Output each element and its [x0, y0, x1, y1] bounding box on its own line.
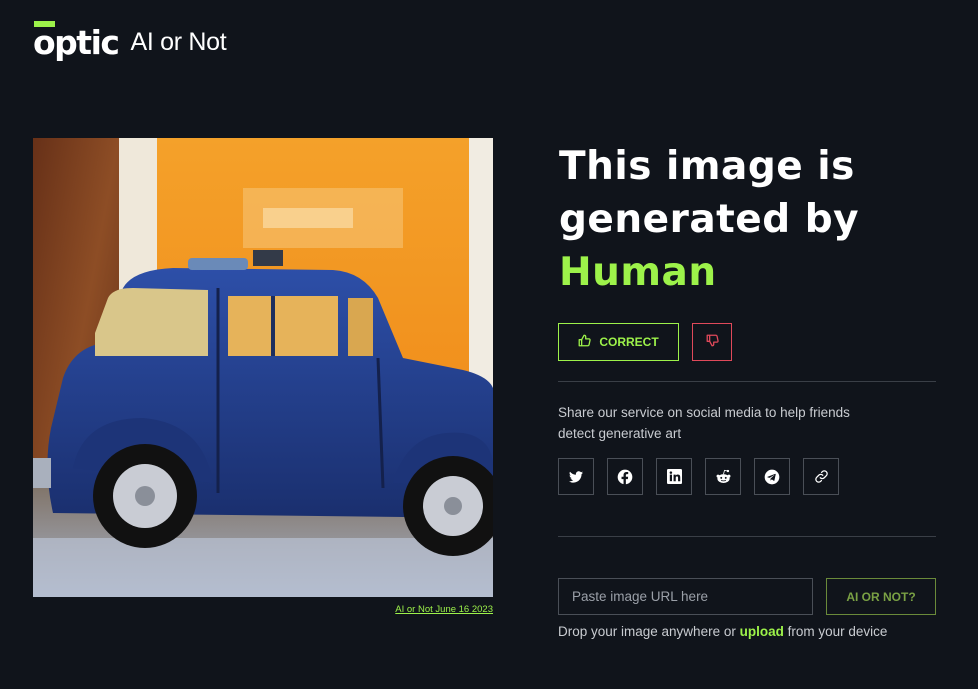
logo-text: optic	[33, 22, 120, 62]
share-linkedin-button[interactable]	[656, 458, 692, 495]
result-heading: This image is generated by Human	[559, 140, 919, 299]
image-url-input[interactable]	[558, 578, 813, 615]
copy-link-button[interactable]	[803, 458, 839, 495]
twitter-icon	[569, 470, 583, 483]
divider	[558, 381, 936, 382]
drop-instructions: Drop your image anywhere or upload from …	[558, 624, 887, 639]
image-caption-link[interactable]: AI or Not June 16 2023	[33, 604, 493, 615]
telegram-icon	[764, 469, 780, 484]
divider	[558, 536, 936, 537]
correct-label: CORRECT	[599, 335, 659, 349]
analyzed-image	[33, 138, 493, 597]
correct-button[interactable]: CORRECT	[558, 323, 679, 361]
share-description: Share our service on social media to hel…	[558, 405, 850, 441]
reddit-icon	[716, 469, 730, 483]
share-facebook-button[interactable]	[607, 458, 643, 495]
drop-prefix: Drop your image anywhere or	[558, 624, 740, 639]
optic-logo[interactable]: optic	[33, 20, 120, 62]
linkedin-icon	[666, 469, 682, 484]
facebook-icon	[617, 469, 633, 485]
thumbs-up-icon	[578, 334, 592, 350]
share-telegram-button[interactable]	[754, 458, 790, 495]
result-line-1: This image is	[559, 144, 855, 189]
result-verdict: Human	[559, 250, 717, 295]
incorrect-button[interactable]	[692, 323, 732, 361]
product-name: AI or Not	[130, 27, 227, 56]
drop-suffix: from your device	[783, 624, 888, 639]
share-reddit-button[interactable]	[705, 458, 741, 495]
result-line-2: generated by	[559, 197, 860, 242]
thumbs-down-icon	[706, 334, 719, 350]
ai-or-not-button[interactable]: AI OR NOT?	[826, 578, 936, 615]
share-twitter-button[interactable]	[558, 458, 594, 495]
logo-accent-bar	[34, 20, 55, 27]
site-header: optic AI or Not	[33, 20, 227, 62]
upload-link[interactable]: upload	[740, 624, 784, 639]
link-icon	[814, 470, 828, 483]
social-share-list	[558, 458, 839, 495]
